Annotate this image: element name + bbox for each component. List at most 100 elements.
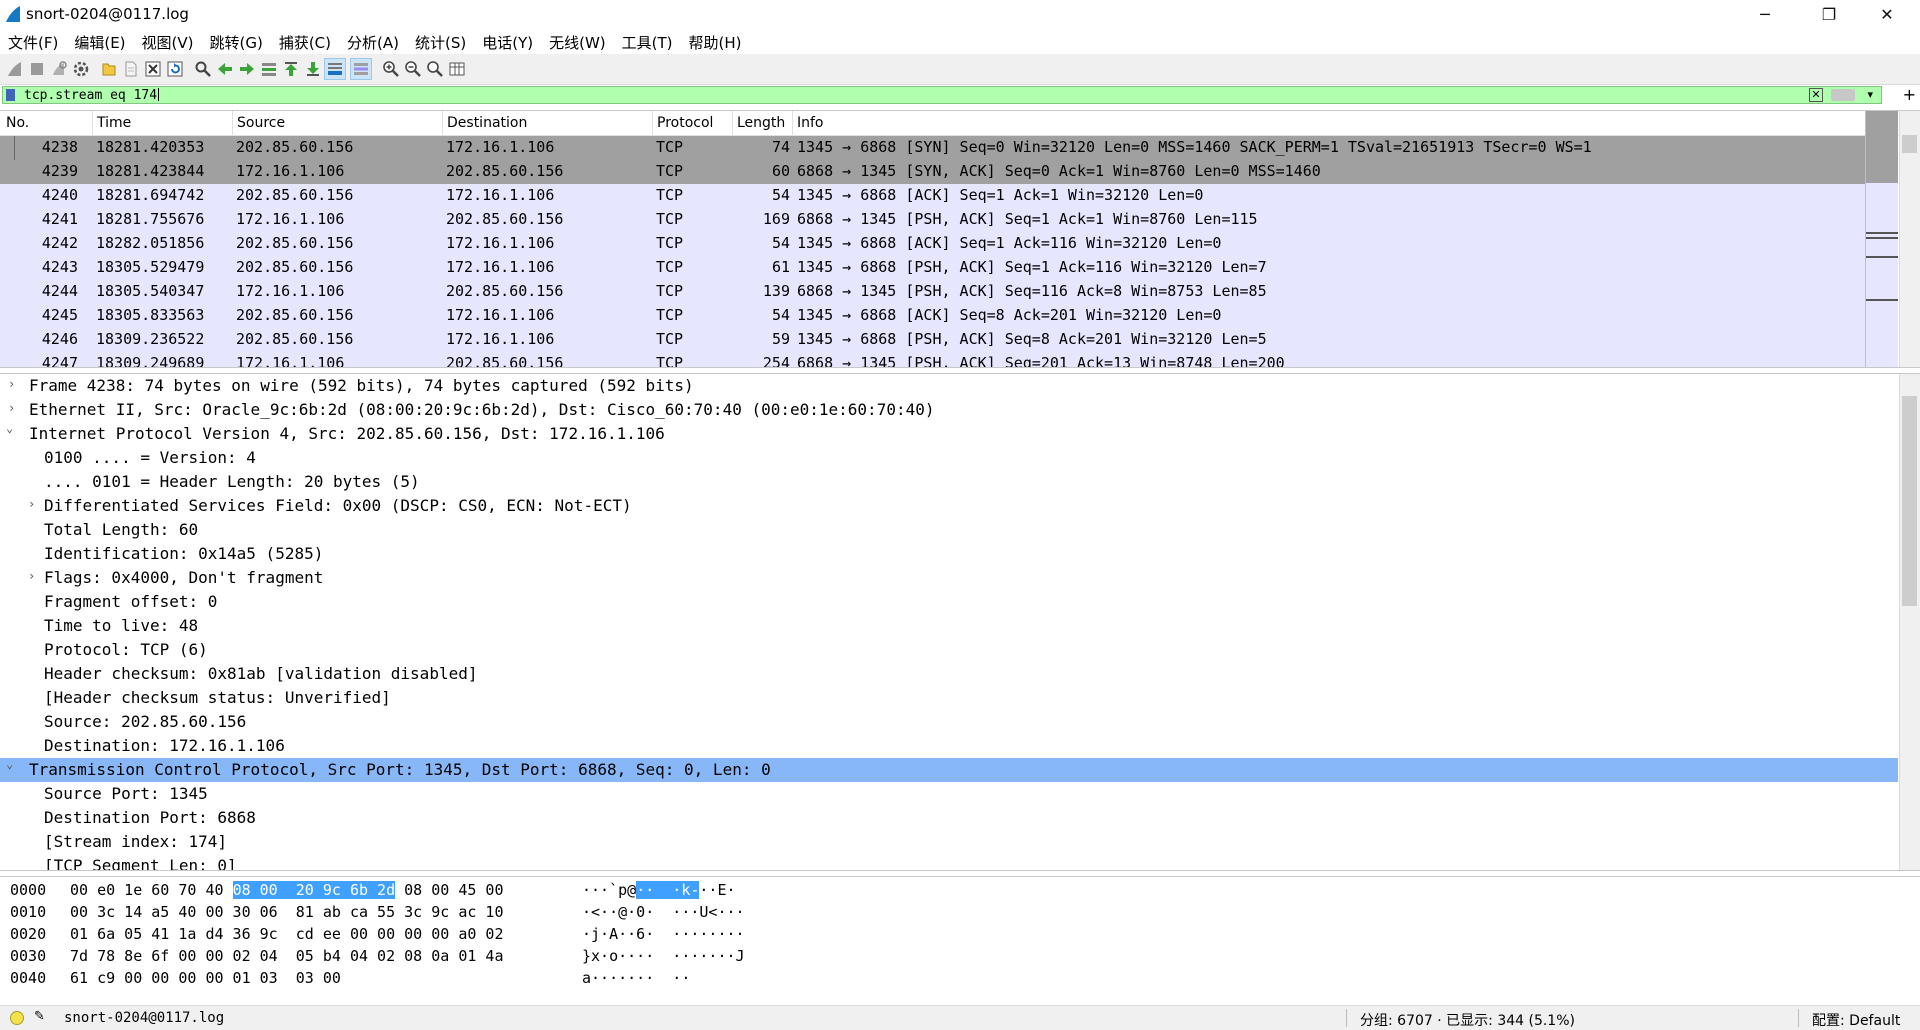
menu-tools[interactable]: 工具(T) [614, 29, 681, 54]
table-row[interactable]: 4244 18305.540347 172.16.1.106 202.85.60.15… [0, 280, 1866, 304]
menu-go[interactable]: 跳转(G) [202, 29, 271, 54]
column-header-protocol[interactable]: Protocol [652, 111, 713, 135]
chevron-down-icon[interactable]: ▾ [1867, 88, 1873, 101]
tree-item[interactable]: › Frame 4238: 74 bytes on wire (592 bits)… [0, 374, 1898, 398]
go-forward-button[interactable] [236, 58, 258, 80]
menu-statistics[interactable]: 统计(S) [407, 29, 474, 54]
minimize-button[interactable]: ─ [1736, 0, 1794, 29]
tree-item[interactable]: Destination Port: 6868 [0, 806, 1898, 830]
tree-item-label: Time to live: 48 [44, 616, 199, 635]
tree-item[interactable]: Fragment offset: 0 [0, 590, 1898, 614]
menu-telephony[interactable]: 电话(Y) [474, 29, 541, 54]
tree-item[interactable]: Destination: 172.16.1.106 [0, 734, 1898, 758]
colorize-button[interactable] [350, 58, 372, 80]
save-file-button[interactable] [120, 58, 142, 80]
table-row[interactable]: 4243 18305.529479 202.85.60.156 172.16.1.10… [0, 256, 1866, 280]
close-icon: ✕ [1880, 5, 1894, 24]
zoom-out-button[interactable] [402, 58, 424, 80]
menu-bar: 文件(F) 编辑(E) 视图(V) 跳转(G) 捕获(C) 分析(A) 统计(S… [0, 29, 1920, 54]
table-row[interactable]: 4241 18281.755676 172.16.1.106 202.85.60.15… [0, 208, 1866, 232]
tree-item[interactable]: Source: 202.85.60.156 [0, 710, 1898, 734]
expert-info-icon[interactable] [10, 1011, 24, 1025]
tree-item[interactable]: Identification: 0x14a5 (5285) [0, 542, 1898, 566]
details-scrollbar[interactable] [1899, 374, 1920, 870]
restore-button[interactable]: ❐ [1800, 0, 1858, 29]
tree-item[interactable]: [TCP Segment Len: 0] [0, 854, 1898, 870]
open-file-button[interactable] [98, 58, 120, 80]
table-row[interactable]: 4239 18281.423844 172.16.1.106 202.85.60.15… [0, 160, 1866, 184]
gear-icon [73, 61, 89, 77]
hex-offset: 0030 [10, 947, 47, 965]
table-row[interactable]: 4242 18282.051856 202.85.60.156 172.16.1.10… [0, 232, 1866, 256]
cell-protocol: TCP [656, 354, 684, 368]
menu-help[interactable]: 帮助(H) [681, 29, 750, 54]
bookmark-icon[interactable] [6, 89, 15, 101]
tree-item[interactable]: ⌄ Internet Protocol Version 4, Src: 202.8… [0, 421, 1898, 446]
chevron-right-icon[interactable]: › [28, 569, 35, 583]
table-row[interactable]: 4240 18281.694742 202.85.60.156 172.16.1.10… [0, 184, 1866, 208]
chevron-right-icon[interactable]: › [8, 401, 15, 415]
tree-item[interactable]: Time to live: 48 [0, 614, 1898, 638]
add-filter-button-icon[interactable]: + [1903, 85, 1916, 104]
table-row[interactable]: 4246 18309.236522 202.85.60.156 172.16.1.10… [0, 328, 1866, 352]
tree-item[interactable]: › Differentiated Services Field: 0x00 (DS… [0, 494, 1898, 518]
tree-item[interactable]: Source Port: 1345 [0, 782, 1898, 806]
packet-list-scrollbar[interactable] [1899, 111, 1920, 367]
capture-options-button[interactable] [70, 58, 92, 80]
scrollbar-thumb[interactable] [1902, 135, 1917, 153]
close-file-button[interactable] [142, 58, 164, 80]
menu-file[interactable]: 文件(F) [0, 29, 66, 54]
menu-view[interactable]: 视图(V) [134, 29, 202, 54]
apply-filter-arrow-icon[interactable] [1831, 89, 1855, 101]
tree-item[interactable]: › Ethernet II, Src: Oracle_9c:6b:2d (08:0… [0, 398, 1898, 422]
tree-item[interactable]: Header checksum: 0x81ab [validation disa… [0, 662, 1898, 686]
column-header-source[interactable]: Source [232, 111, 285, 135]
tree-item[interactable]: 0100 .... = Version: 4 [0, 446, 1898, 470]
chevron-down-icon[interactable]: ⌄ [6, 421, 13, 435]
stop-capture-button[interactable] [26, 58, 48, 80]
go-last-packet-button[interactable] [302, 58, 324, 80]
start-capture-button[interactable] [4, 58, 26, 80]
zoom-in-button[interactable] [380, 58, 402, 80]
close-button[interactable]: ✕ [1858, 0, 1916, 29]
column-header-no[interactable]: No. [6, 115, 29, 131]
reload-button[interactable] [164, 58, 186, 80]
chevron-right-icon[interactable]: › [28, 497, 35, 511]
cell-length: 139 [762, 282, 790, 300]
tree-item[interactable]: ⌄ Transmission Control Protocol, Src Port… [0, 757, 1898, 782]
menu-analyze[interactable]: 分析(A) [339, 29, 407, 54]
tree-item[interactable]: › Flags: 0x4000, Don't fragment [0, 566, 1898, 590]
status-divider [1346, 1009, 1347, 1027]
packet-list-minimap[interactable] [1865, 111, 1898, 367]
tree-item[interactable]: Protocol: TCP (6) [0, 638, 1898, 662]
chevron-right-icon[interactable]: › [8, 377, 15, 391]
auto-scroll-button[interactable] [324, 58, 346, 80]
menu-capture[interactable]: 捕获(C) [271, 29, 339, 54]
find-packet-button[interactable] [192, 58, 214, 80]
menu-edit[interactable]: 编辑(E) [66, 29, 133, 54]
tree-item[interactable]: [Stream index: 174] [0, 830, 1898, 854]
chevron-down-icon[interactable]: ⌄ [6, 757, 13, 771]
menu-wireless[interactable]: 无线(W) [541, 29, 614, 54]
status-profile[interactable]: 配置: Default [1812, 1010, 1900, 1030]
tree-item[interactable]: .... 0101 = Header Length: 20 bytes (5) [0, 470, 1898, 494]
table-row[interactable]: 4245 18305.833563 202.85.60.156 172.16.1.10… [0, 304, 1866, 328]
go-to-packet-button[interactable] [258, 58, 280, 80]
capture-comment-icon[interactable]: ✎ [34, 1009, 45, 1024]
resize-columns-button[interactable] [446, 58, 468, 80]
scrollbar-thumb[interactable] [1902, 396, 1917, 606]
table-row[interactable]: 4247 18309.249689 172.16.1.106 202.85.60.15… [0, 352, 1866, 368]
clear-filter-icon[interactable]: ✕ [1809, 88, 1823, 102]
display-filter-input[interactable]: tcp.stream eq 174 ✕ ▾ [2, 86, 1882, 104]
column-header-info[interactable]: Info [792, 111, 824, 135]
go-first-packet-button[interactable] [280, 58, 302, 80]
column-header-destination[interactable]: Destination [442, 111, 527, 135]
column-header-length[interactable]: Length [732, 111, 785, 135]
go-back-button[interactable] [214, 58, 236, 80]
restart-capture-button[interactable] [48, 58, 70, 80]
column-header-time[interactable]: Time [92, 111, 131, 135]
zoom-reset-button[interactable] [424, 58, 446, 80]
tree-item[interactable]: Total Length: 60 [0, 518, 1898, 542]
table-row[interactable]: 4238 18281.420353 202.85.60.156 172.16.1.10… [0, 136, 1866, 160]
tree-item[interactable]: [Header checksum status: Unverified] [0, 686, 1898, 710]
